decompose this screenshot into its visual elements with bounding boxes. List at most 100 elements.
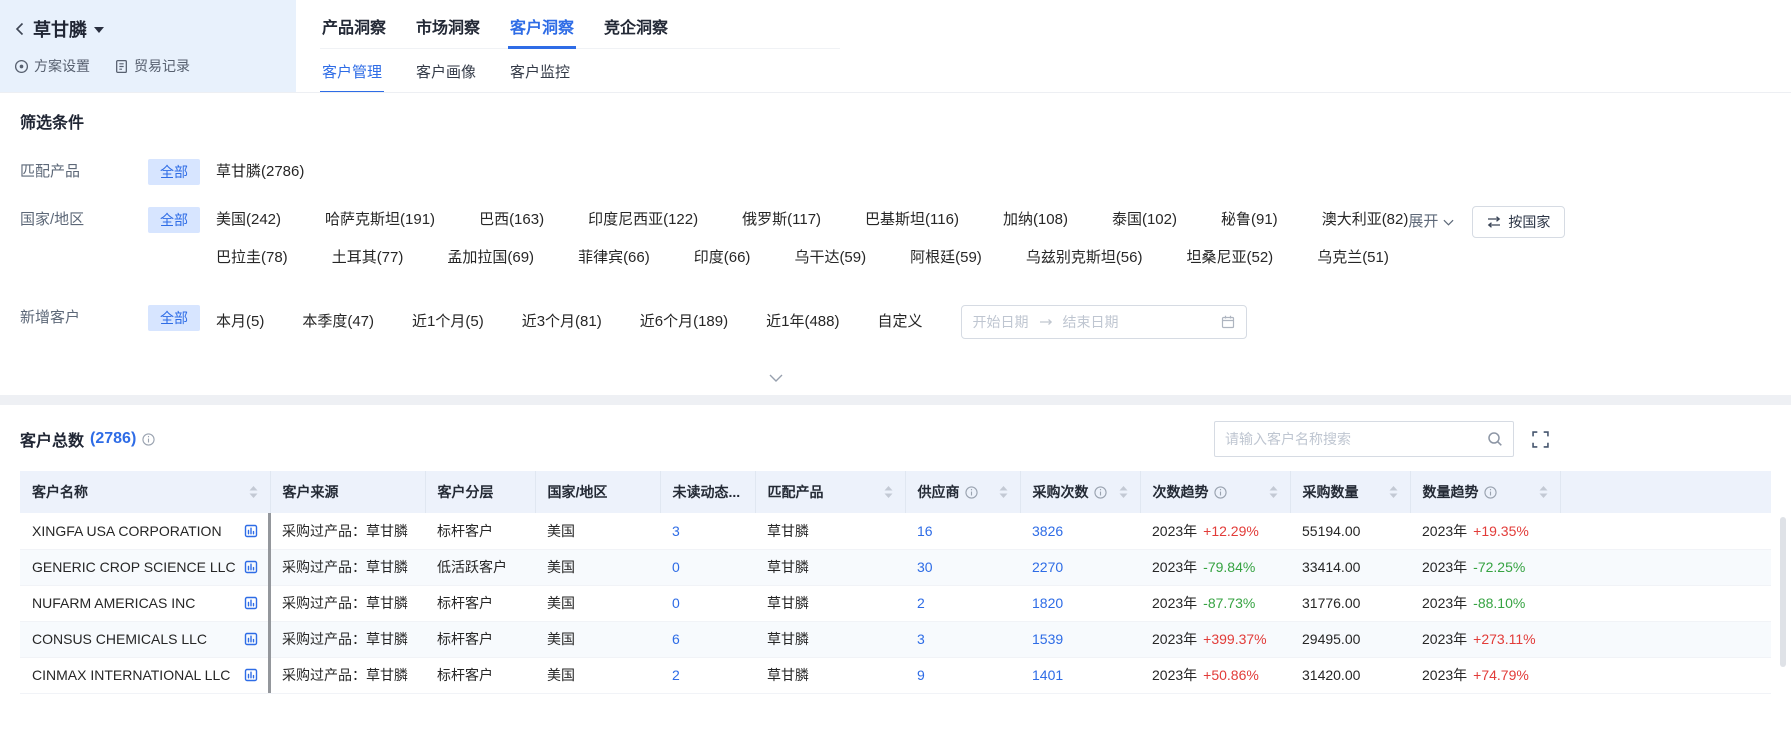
unread-count[interactable]: 3	[660, 513, 755, 549]
tab-competitor-insight[interactable]: 竞企洞察	[602, 10, 670, 49]
trade-records-button[interactable]: 贸易记录	[114, 56, 190, 76]
country-filter-item[interactable]: 澳大利亚(82)	[1322, 207, 1409, 233]
country-filter-item[interactable]: 巴基斯坦(116)	[865, 207, 959, 233]
by-country-button[interactable]: 按国家	[1472, 206, 1565, 238]
matched-product-all-chip[interactable]: 全部	[148, 159, 200, 185]
supplier-count[interactable]: 16	[905, 513, 1020, 549]
tab-product-insight[interactable]: 产品洞察	[320, 10, 388, 49]
tab-market-insight[interactable]: 市场洞察	[414, 10, 482, 49]
scheme-settings-button[interactable]: 方案设置	[14, 56, 90, 76]
unread-count[interactable]: 0	[660, 549, 755, 585]
country-filter-item[interactable]: 加纳(108)	[1003, 207, 1068, 233]
customer-name[interactable]: GENERIC CROP SCIENCE LLC	[32, 559, 236, 575]
sort-icon[interactable]	[1539, 486, 1548, 498]
info-icon[interactable]	[965, 486, 978, 499]
country-filter-item[interactable]: 坦桑尼亚(52)	[1187, 245, 1274, 271]
new-customer-filter-item[interactable]: 本月(5)	[216, 309, 264, 335]
table-row[interactable]: GENERIC CROP SCIENCE LLC 采购过产品：草甘膦 低活跃客户…	[20, 549, 1771, 585]
supplier-count[interactable]: 3	[905, 621, 1020, 657]
country-filter-item[interactable]: 土耳其(77)	[332, 245, 404, 271]
supplier-count[interactable]: 2	[905, 585, 1020, 621]
supplier-count[interactable]: 9	[905, 657, 1020, 693]
sort-icon[interactable]	[1269, 486, 1278, 498]
country-filter-item[interactable]: 秘鲁(91)	[1221, 207, 1278, 233]
tab-customer-monitoring[interactable]: 客户监控	[508, 59, 572, 94]
table-row[interactable]: CINMAX INTERNATIONAL LLC 采购过产品：草甘膦 标杆客户 …	[20, 657, 1771, 693]
country-all-chip[interactable]: 全部	[148, 207, 200, 233]
col-count-trend[interactable]: 次数趋势	[1140, 471, 1290, 513]
unread-count[interactable]: 6	[660, 621, 755, 657]
matched-product-item[interactable]: 草甘膦(2786)	[216, 159, 304, 185]
country-filter-item[interactable]: 美国(242)	[216, 207, 281, 233]
new-customer-all-chip[interactable]: 全部	[148, 305, 200, 331]
unread-count[interactable]: 0	[660, 585, 755, 621]
sort-icon[interactable]	[884, 486, 893, 498]
unread-count[interactable]: 2	[660, 657, 755, 693]
company-report-icon[interactable]	[244, 632, 258, 646]
search-input[interactable]	[1225, 431, 1487, 447]
fixed-column-scrollbar[interactable]	[268, 513, 271, 693]
customer-name[interactable]: CONSUS CHEMICALS LLC	[32, 631, 207, 647]
tab-customer-portrait[interactable]: 客户画像	[414, 59, 478, 94]
sort-icon[interactable]	[999, 486, 1008, 498]
col-purchase-quantity[interactable]: 采购数量	[1290, 471, 1410, 513]
custom-range-link[interactable]: 自定义	[878, 309, 923, 335]
purchase-count[interactable]: 2270	[1020, 549, 1140, 585]
tab-customer-management[interactable]: 客户管理	[320, 59, 384, 94]
sort-icon[interactable]	[1119, 486, 1128, 498]
country-filter-item[interactable]: 孟加拉国(69)	[447, 245, 534, 271]
customer-name[interactable]: NUFARM AMERICAS INC	[32, 595, 195, 611]
col-suppliers[interactable]: 供应商	[905, 471, 1020, 513]
product-selector[interactable]: 草甘膦	[14, 16, 278, 42]
info-icon[interactable]	[1094, 486, 1107, 499]
country-filter-item[interactable]: 菲律宾(66)	[578, 245, 650, 271]
fullscreen-icon[interactable]	[1532, 431, 1549, 448]
info-icon[interactable]	[1214, 486, 1227, 499]
new-customer-filter-item[interactable]: 近1个月(5)	[412, 309, 484, 335]
sort-icon[interactable]	[1389, 486, 1398, 498]
company-report-icon[interactable]	[244, 560, 258, 574]
col-customer-name[interactable]: 客户名称	[20, 471, 270, 513]
country-filter-item[interactable]: 阿根廷(59)	[910, 245, 982, 271]
country-filter-item[interactable]: 印度尼西亚(122)	[588, 207, 698, 233]
collapse-filters-button[interactable]	[20, 361, 1771, 395]
info-icon[interactable]	[142, 433, 155, 446]
new-customer-filter-item[interactable]: 近3个月(81)	[522, 309, 602, 335]
supplier-count[interactable]: 30	[905, 549, 1020, 585]
new-customer-filter-item[interactable]: 近6个月(189)	[640, 309, 728, 335]
search-icon[interactable]	[1487, 431, 1503, 447]
new-customer-filter-item[interactable]: 本季度(47)	[302, 309, 374, 335]
country-filter-item[interactable]: 巴拉圭(78)	[216, 245, 288, 271]
country-filter-item[interactable]: 俄罗斯(117)	[742, 207, 821, 233]
company-report-icon[interactable]	[244, 596, 258, 610]
new-customer-filter-item[interactable]: 近1年(488)	[766, 309, 839, 335]
country-filter-item[interactable]: 巴西(163)	[479, 207, 544, 233]
table-row[interactable]: CONSUS CHEMICALS LLC 采购过产品：草甘膦 标杆客户 美国 6…	[20, 621, 1771, 657]
country-filter-item[interactable]: 乌兹别克斯坦(56)	[1026, 245, 1143, 271]
company-report-icon[interactable]	[244, 668, 258, 682]
tab-customer-insight[interactable]: 客户洞察	[508, 10, 576, 49]
col-quantity-trend[interactable]: 数量趋势	[1410, 471, 1560, 513]
country-filter-item[interactable]: 乌克兰(51)	[1317, 245, 1389, 271]
back-icon[interactable]	[14, 21, 26, 37]
col-matched-product[interactable]: 匹配产品	[755, 471, 905, 513]
country-filter-item[interactable]: 乌干达(59)	[794, 245, 866, 271]
date-range-picker[interactable]: 开始日期 结束日期	[961, 305, 1247, 339]
expand-countries-link[interactable]: 展开	[1408, 209, 1454, 235]
country-filter-item[interactable]: 泰国(102)	[1112, 207, 1177, 233]
table-row[interactable]: NUFARM AMERICAS INC 采购过产品：草甘膦 标杆客户 美国 0 …	[20, 585, 1771, 621]
table-row[interactable]: XINGFA USA CORPORATION 采购过产品：草甘膦 标杆客户 美国…	[20, 513, 1771, 549]
purchase-count[interactable]: 1539	[1020, 621, 1140, 657]
customer-name[interactable]: XINGFA USA CORPORATION	[32, 523, 222, 539]
purchase-count[interactable]: 1820	[1020, 585, 1140, 621]
purchase-count[interactable]: 3826	[1020, 513, 1140, 549]
col-purchase-count[interactable]: 采购次数	[1020, 471, 1140, 513]
customer-name[interactable]: CINMAX INTERNATIONAL LLC	[32, 667, 230, 683]
company-report-icon[interactable]	[244, 524, 258, 538]
country-filter-item[interactable]: 印度(66)	[694, 245, 751, 271]
info-icon[interactable]	[1484, 486, 1497, 499]
sort-icon[interactable]	[249, 486, 258, 498]
country-filter-item[interactable]: 哈萨克斯坦(191)	[325, 207, 435, 233]
purchase-count[interactable]: 1401	[1020, 657, 1140, 693]
table-vertical-scrollbar[interactable]	[1780, 517, 1786, 667]
